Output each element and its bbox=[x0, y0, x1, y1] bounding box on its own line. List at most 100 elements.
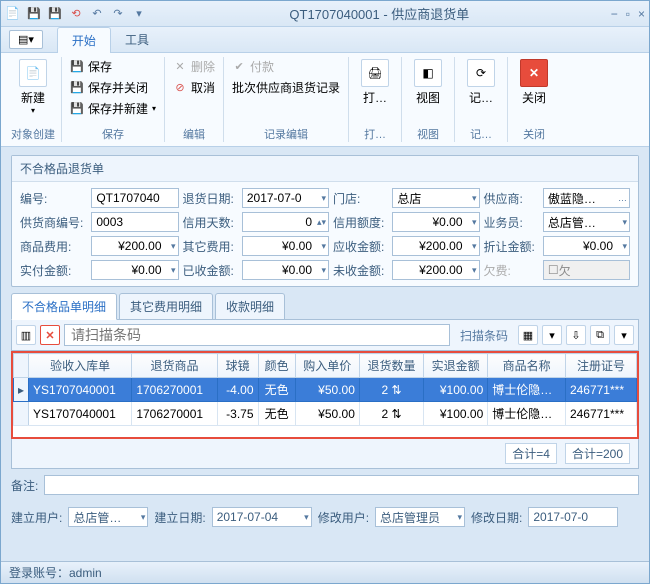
create-date-field[interactable]: 2017-07-04▾ bbox=[212, 507, 312, 527]
tab-tools[interactable]: 工具 bbox=[111, 27, 163, 52]
summary-count: 合计=4 bbox=[505, 443, 557, 464]
supplier-field[interactable]: 傲蓝隐…… bbox=[543, 188, 630, 208]
discount-field[interactable]: ¥0.00▾ bbox=[543, 236, 630, 256]
audit-row: 建立用户: 总店管…▾ 建立日期: 2017-07-04▾ 修改用户: 总店管理… bbox=[11, 501, 639, 533]
ribbon-tabs: ▤▾ 开始 工具 bbox=[1, 27, 649, 53]
clerk-field[interactable]: 总店管…▾ bbox=[543, 212, 630, 232]
delete-row-button[interactable]: ✕ bbox=[40, 325, 60, 345]
ellipsis-icon: … bbox=[618, 193, 627, 203]
qat-saveclose-icon[interactable]: 💾 bbox=[46, 5, 64, 23]
minimize-icon[interactable]: − bbox=[611, 7, 618, 21]
close-button[interactable]: ✕关闭 bbox=[514, 57, 554, 108]
unreceived-field[interactable]: ¥200.00▾ bbox=[392, 260, 479, 280]
received-field[interactable]: ¥0.00▾ bbox=[242, 260, 329, 280]
tab-receipt[interactable]: 收款明细 bbox=[215, 293, 285, 319]
spinner-icon: ▴▾ bbox=[317, 217, 326, 228]
save-new-button[interactable]: 💾保存并新建▾ bbox=[68, 99, 158, 118]
grid-summary: 合计=4 合计=200 bbox=[11, 439, 639, 469]
return-date-field[interactable]: 2017-07-0▾ bbox=[242, 188, 329, 208]
col-header[interactable]: 退货商品 bbox=[132, 354, 217, 378]
panel-title: 不合格品退货单 bbox=[12, 156, 638, 182]
batch-button[interactable]: 批次供应商退货记录 bbox=[230, 78, 342, 97]
app-icon: 📄 bbox=[5, 6, 21, 22]
delete-button[interactable]: ✕删除 bbox=[171, 57, 217, 76]
credit-days-field[interactable]: 0▴▾ bbox=[242, 212, 329, 232]
pay-button[interactable]: ✔付款 bbox=[230, 57, 342, 76]
table-row[interactable]: ▸YS17070400011706270001-4.00无色¥50.002 ⇅¥… bbox=[14, 378, 637, 402]
qat-save-icon[interactable]: 💾 bbox=[25, 5, 43, 23]
goods-fee-field[interactable]: ¥200.00▾ bbox=[91, 236, 178, 256]
close-x-icon: ✕ bbox=[520, 59, 548, 87]
barcode-input[interactable] bbox=[64, 324, 450, 346]
print-icon: 🖨 bbox=[361, 59, 389, 87]
export-button[interactable]: ⇩ bbox=[566, 325, 586, 345]
recv-amount-field[interactable]: ¥200.00▾ bbox=[392, 236, 479, 256]
cancel-icon: ⊘ bbox=[173, 81, 187, 95]
add-row-button[interactable]: ▥ bbox=[16, 325, 36, 345]
login-status: 登录账号：admin bbox=[9, 564, 102, 581]
table-row[interactable]: YS17070400011706270001-3.75无色¥50.002 ⇅¥1… bbox=[14, 402, 637, 426]
new-button[interactable]: 📄 新建▾ bbox=[13, 57, 53, 117]
more-button[interactable]: ▾ bbox=[614, 325, 634, 345]
pay-icon: ✔ bbox=[232, 60, 246, 74]
qat-undo-icon[interactable]: ↶ bbox=[88, 5, 106, 23]
cancel-button[interactable]: ⊘取消 bbox=[171, 78, 217, 97]
chevron-down-icon: ▾ bbox=[472, 193, 477, 204]
delete-icon: ✕ bbox=[173, 60, 187, 74]
remark-field[interactable] bbox=[44, 475, 639, 495]
mod-date-field[interactable]: 2017-07-0 bbox=[528, 507, 618, 527]
save-close-icon: 💾 bbox=[70, 81, 84, 95]
supplier-code-field[interactable]: 0003 bbox=[91, 212, 178, 232]
paid-field[interactable]: ¥0.00▾ bbox=[91, 260, 178, 280]
header-form: 编号:QT1707040 退货日期:2017-07-0▾ 门店:总店▾ 供应商:… bbox=[12, 182, 638, 286]
grid-toolbar: ▥ ✕ 扫描条码 ▦ ▾ ⇩ ⧉ ▾ bbox=[11, 320, 639, 351]
mod-user-field[interactable]: 总店管理员▾ bbox=[375, 507, 465, 527]
tab-start[interactable]: 开始 bbox=[57, 27, 111, 53]
store-field[interactable]: 总店▾ bbox=[392, 188, 479, 208]
ribbon: 📄 新建▾ 对象创建 💾保存 💾保存并关闭 💾保存并新建▾ 保存 ✕删除 ⊘取消… bbox=[1, 53, 649, 147]
qat-redo-icon[interactable]: ↷ bbox=[109, 5, 127, 23]
qat-more-icon[interactable]: ▾ bbox=[130, 5, 148, 23]
col-header[interactable]: 颜色 bbox=[258, 354, 295, 378]
tab-other-fee[interactable]: 其它费用明细 bbox=[119, 293, 213, 319]
detail-tabs: 不合格品单明细 其它费用明细 收款明细 bbox=[11, 293, 639, 320]
maximize-icon[interactable]: ▫ bbox=[626, 7, 630, 21]
header-panel: 不合格品退货单 编号:QT1707040 退货日期:2017-07-0▾ 门店:… bbox=[11, 155, 639, 287]
close-icon[interactable]: × bbox=[638, 7, 645, 21]
qat-refresh-icon[interactable]: ⟲ bbox=[67, 5, 85, 23]
col-header[interactable]: 球镜 bbox=[217, 354, 258, 378]
save-new-icon: 💾 bbox=[70, 102, 84, 116]
col-header[interactable]: 验收入库单 bbox=[29, 354, 132, 378]
log-button[interactable]: ⟳记… bbox=[461, 57, 501, 108]
refresh-button[interactable]: ▦ bbox=[518, 325, 538, 345]
chevron-down-icon: ▾ bbox=[321, 193, 326, 204]
detail-grid[interactable]: 验收入库单退货商品球镜颜色购入单价退货数量实退金额商品名称注册证号 ▸YS170… bbox=[11, 351, 639, 439]
copy-button[interactable]: ⧉ bbox=[590, 325, 610, 345]
col-header[interactable]: 退货数量 bbox=[359, 354, 423, 378]
col-header[interactable]: 注册证号 bbox=[565, 354, 636, 378]
quick-access-toolbar: 💾 💾 ⟲ ↶ ↷ ▾ bbox=[25, 5, 148, 23]
file-menu-button[interactable]: ▤▾ bbox=[9, 30, 43, 49]
col-header[interactable]: 商品名称 bbox=[488, 354, 566, 378]
scan-label: 扫描条码 bbox=[454, 327, 514, 344]
titlebar: 📄 💾 💾 ⟲ ↶ ↷ ▾ QT1707040001 - 供应商退货单 − ▫ … bbox=[1, 1, 649, 27]
summary-sum: 合计=200 bbox=[565, 443, 630, 464]
other-fee-field[interactable]: ¥0.00▾ bbox=[242, 236, 329, 256]
view-button[interactable]: ◧视图 bbox=[408, 57, 448, 108]
tab-detail[interactable]: 不合格品单明细 bbox=[11, 293, 117, 320]
col-header[interactable]: 实退金额 bbox=[424, 354, 488, 378]
create-user-field[interactable]: 总店管…▾ bbox=[68, 507, 148, 527]
remark-row: 备注: bbox=[11, 469, 639, 501]
code-field[interactable]: QT1707040 bbox=[91, 188, 178, 208]
layout-button[interactable]: ▾ bbox=[542, 325, 562, 345]
save-close-button[interactable]: 💾保存并关闭 bbox=[68, 78, 158, 97]
log-icon: ⟳ bbox=[467, 59, 495, 87]
debt-field: ☐ 欠 bbox=[543, 260, 630, 280]
print-button[interactable]: 🖨打… bbox=[355, 57, 395, 108]
col-header[interactable]: 购入单价 bbox=[295, 354, 359, 378]
credit-limit-field[interactable]: ¥0.00▾ bbox=[392, 212, 479, 232]
status-bar: 登录账号：admin bbox=[1, 561, 649, 583]
save-button[interactable]: 💾保存 bbox=[68, 57, 158, 76]
app-window: 📄 💾 💾 ⟲ ↶ ↷ ▾ QT1707040001 - 供应商退货单 − ▫ … bbox=[0, 0, 650, 584]
window-title: QT1707040001 - 供应商退货单 bbox=[148, 4, 611, 23]
